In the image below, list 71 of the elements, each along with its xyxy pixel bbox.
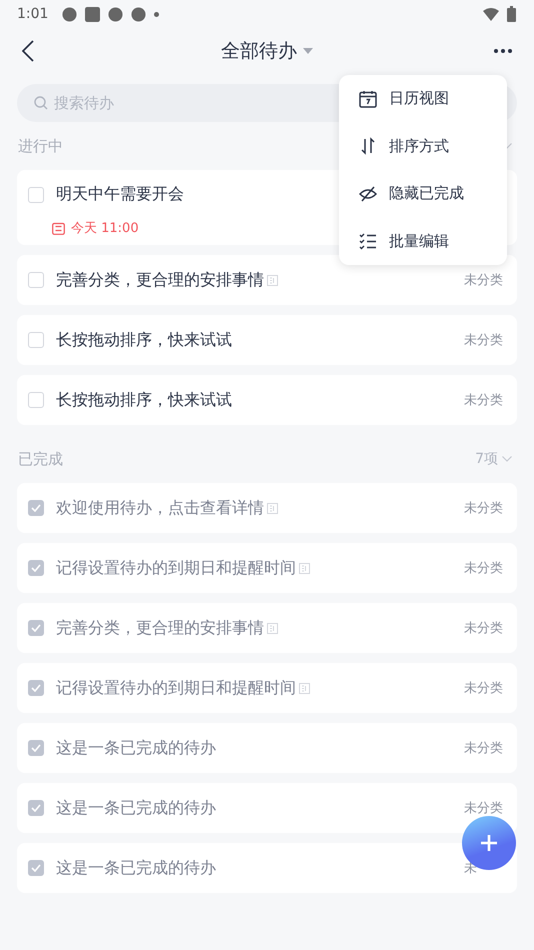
eye-slash-icon bbox=[359, 184, 377, 203]
todo-card[interactable]: 欢迎使用待办，点击查看详情 未分类 bbox=[17, 483, 517, 533]
sort-icon bbox=[359, 137, 377, 156]
todo-card[interactable]: 完善分类，更合理的安排事情 未分类 bbox=[17, 255, 517, 305]
menu-item[interactable]: 排序方式 bbox=[339, 122, 507, 170]
checkbox[interactable] bbox=[28, 186, 44, 202]
checkbox[interactable] bbox=[28, 272, 44, 288]
todo-title: 这是一条已完成的待办 bbox=[56, 738, 216, 758]
chevron-down-icon[interactable] bbox=[502, 456, 512, 462]
check-icon bbox=[31, 564, 41, 572]
check-icon bbox=[31, 744, 41, 752]
checkbox[interactable] bbox=[28, 680, 44, 696]
todo-card[interactable]: 长按拖动排序，快来试试 未分类 bbox=[17, 315, 517, 365]
checkbox[interactable] bbox=[28, 740, 44, 756]
todo-card[interactable]: 这是一条已完成的待办 未分类 bbox=[17, 783, 517, 833]
back-icon[interactable] bbox=[22, 40, 34, 62]
status-time: 1:01 bbox=[17, 6, 48, 22]
checklist-icon bbox=[359, 232, 377, 250]
check-icon bbox=[31, 804, 41, 812]
todo-title: 长按拖动排序，快来试试 bbox=[56, 330, 232, 350]
todo-title: 这是一条已完成的待办 bbox=[56, 858, 216, 878]
category-label: 未分类 bbox=[464, 680, 504, 697]
dot-icon bbox=[154, 12, 160, 16]
due-date: 今天 11:00 bbox=[71, 220, 139, 237]
category-label: 未分类 bbox=[464, 272, 504, 289]
category-label: 未分类 bbox=[464, 800, 504, 817]
page-title[interactable]: 全部待办 bbox=[221, 38, 297, 64]
todo-title: 记得设置待办的到期日和提醒时间 bbox=[56, 558, 296, 578]
battery-icon bbox=[507, 6, 516, 22]
todo-card[interactable]: 完善分类，更合理的安排事情 未分类 bbox=[17, 603, 517, 653]
checkbox[interactable] bbox=[28, 500, 44, 516]
checkbox[interactable] bbox=[28, 800, 44, 816]
check-icon bbox=[31, 864, 41, 872]
wifi-icon bbox=[483, 8, 499, 20]
checkbox[interactable] bbox=[28, 392, 44, 408]
todo-card[interactable]: 长按拖动排序，快来试试 未分类 bbox=[17, 375, 517, 425]
todo-title: 这是一条已完成的待办 bbox=[56, 798, 216, 818]
category-label: 未分类 bbox=[464, 740, 504, 757]
more-icon[interactable] bbox=[494, 49, 512, 53]
checkbox[interactable] bbox=[28, 860, 44, 876]
checkbox[interactable] bbox=[28, 620, 44, 636]
notification-icon bbox=[131, 6, 146, 22]
todo-title: 欢迎使用待办，点击查看详情 bbox=[56, 498, 264, 518]
calendar-icon bbox=[359, 90, 377, 108]
todo-title: 记得设置待办的到期日和提醒时间 bbox=[56, 678, 296, 698]
checkbox[interactable] bbox=[28, 560, 44, 576]
todo-card[interactable]: 记得设置待办的到期日和提醒时间 未分类 bbox=[17, 543, 517, 593]
section-title: 已完成 bbox=[18, 450, 63, 468]
check-icon bbox=[31, 624, 41, 632]
notification-icon bbox=[85, 6, 100, 22]
todo-card[interactable]: 这是一条已完成的待办 未分类 bbox=[17, 723, 517, 773]
category-label: 未分类 bbox=[464, 620, 504, 637]
notification-icon bbox=[108, 6, 124, 22]
category-label: 未分类 bbox=[464, 500, 504, 517]
checkbox[interactable] bbox=[28, 332, 44, 348]
todo-title: 完善分类，更合理的安排事情 bbox=[56, 618, 264, 638]
category-label: 未分类 bbox=[464, 332, 504, 349]
plus-icon bbox=[480, 834, 498, 852]
check-icon bbox=[31, 504, 41, 512]
dropdown-icon[interactable] bbox=[303, 48, 313, 54]
todo-title: 长按拖动排序，快来试试 bbox=[56, 390, 232, 410]
check-icon bbox=[31, 684, 41, 692]
menu-item[interactable]: 隐藏已完成 bbox=[339, 170, 507, 218]
section-title: 进行中 bbox=[18, 136, 63, 156]
todo-card[interactable]: 记得设置待办的到期日和提醒时间 未分类 bbox=[17, 663, 517, 713]
notification-icon bbox=[62, 6, 78, 22]
todo-title: 完善分类，更合理的安排事情 bbox=[56, 270, 264, 290]
category-label: 未分类 bbox=[464, 560, 504, 577]
category-label: 未分类 bbox=[464, 392, 504, 409]
calendar-icon bbox=[52, 222, 65, 234]
todo-title: 明天中午需要开会 bbox=[56, 184, 184, 205]
